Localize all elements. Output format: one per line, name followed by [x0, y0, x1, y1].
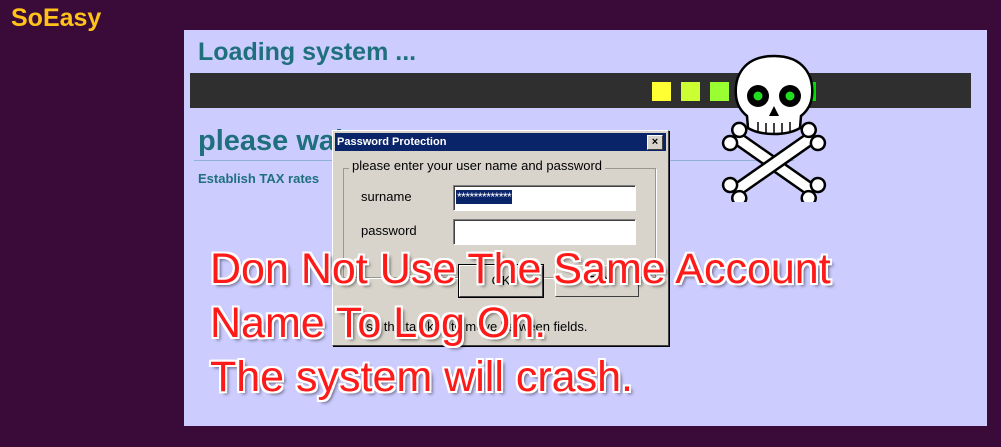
group-label: please enter your user name and password — [349, 158, 606, 173]
password-label: password — [361, 223, 417, 238]
please-wait-title: please wait — [198, 125, 353, 157]
skull-crossbones-icon — [721, 54, 827, 202]
app-brand: SoEasy — [11, 4, 102, 32]
warning-overlay: Don Not Use The Same Account Name To Log… — [210, 242, 831, 404]
surname-value: ************* — [456, 190, 513, 204]
loading-title: Loading system ... — [198, 38, 417, 66]
warning-line: Name To Log On. — [210, 299, 547, 347]
progress-block — [652, 82, 671, 101]
dialog-title: Password Protection — [337, 136, 447, 148]
dialog-titlebar: Password Protection × — [335, 133, 666, 151]
loading-status: Establish TAX rates — [198, 171, 320, 186]
warning-line: Don Not Use The Same Account — [210, 245, 831, 293]
progress-bar — [190, 73, 971, 108]
progress-block — [681, 82, 700, 101]
warning-line: The system will crash. — [210, 353, 633, 401]
surname-field[interactable]: ************* — [453, 185, 636, 211]
surname-label: surname — [361, 189, 412, 204]
close-icon[interactable]: × — [647, 135, 663, 150]
